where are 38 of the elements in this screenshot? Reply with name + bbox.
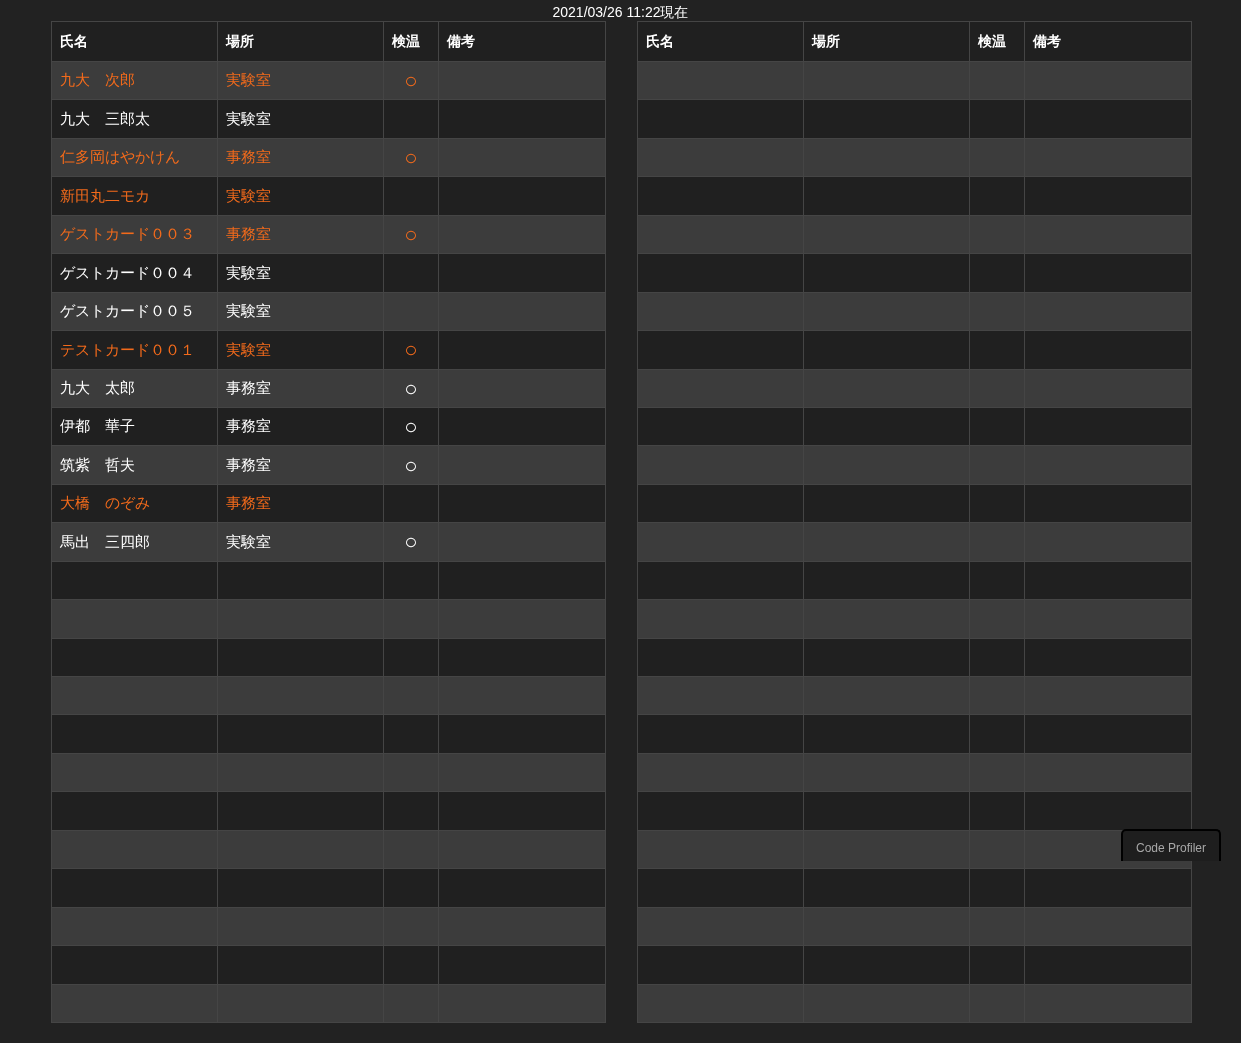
column-header: 備考 — [446, 32, 476, 51]
temperature-check-mark: ○ — [404, 413, 418, 442]
table-cell-text: 実験室 — [226, 70, 271, 91]
table-cell-text: 事務室 — [226, 454, 271, 475]
table-cell-text: 九大 太郎 — [60, 377, 135, 398]
table-cell-text: 実験室 — [226, 301, 271, 322]
table-cell-text: 九大 次郎 — [60, 70, 135, 91]
table-cell-text: 事務室 — [226, 147, 271, 168]
table-cell-text: ゲストカード００５ — [60, 301, 195, 322]
temperature-check-mark: ○ — [404, 336, 418, 365]
table-cell-text: 事務室 — [226, 493, 271, 514]
table-cell-text: 仁多岡はやかけん — [60, 147, 180, 168]
timestamp: 2021/03/26 11:22現在 — [552, 4, 689, 19]
table-cell-text: 事務室 — [226, 416, 271, 437]
table-cell-text: 事務室 — [226, 377, 271, 398]
table-cell-text: テストカード００１ — [60, 339, 195, 360]
temperature-check-mark: ○ — [404, 374, 418, 403]
table-cell-text: 実験室 — [226, 108, 271, 129]
code-profiler-tab[interactable]: Code Profiler — [1121, 829, 1221, 861]
table-cell-text: 筑紫 哲夫 — [60, 454, 135, 475]
table-cell-text: 事務室 — [226, 224, 271, 245]
table-cell-text: 新田丸二モカ — [60, 185, 150, 206]
table-cell-text: 実験室 — [226, 531, 271, 552]
table-cell-text: 馬出 三四郎 — [60, 531, 150, 552]
temperature-check-mark: ○ — [404, 451, 418, 480]
table-cell-text: 九大 三郎太 — [60, 108, 150, 129]
table-cell-text: 実験室 — [226, 262, 271, 283]
table-cell-text: 大橋 のぞみ — [60, 493, 150, 514]
table-cell-text: ゲストカード００４ — [60, 262, 195, 283]
column-header: 備考 — [1032, 32, 1062, 51]
temperature-check-mark: ○ — [404, 67, 418, 96]
table-cell-text: 実験室 — [226, 339, 271, 360]
temperature-check-mark: ○ — [404, 144, 418, 173]
temperature-check-mark: ○ — [404, 220, 418, 249]
table-cell-text: 実験室 — [226, 185, 271, 206]
temperature-check-mark: ○ — [404, 528, 418, 557]
table-cell-text: ゲストカード００３ — [60, 224, 195, 245]
table-cell-text: 伊都 華子 — [60, 416, 135, 437]
